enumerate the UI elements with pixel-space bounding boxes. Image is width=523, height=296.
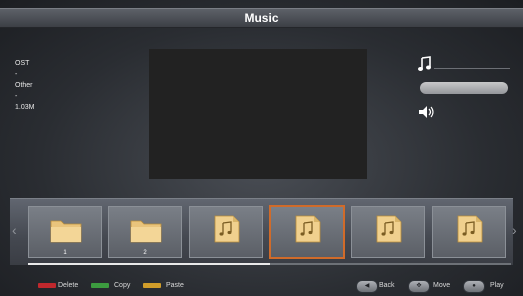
album-text: OST — [15, 60, 30, 67]
music-file-icon — [457, 215, 483, 243]
genre-text: Other — [15, 82, 33, 89]
back-hint: Back — [379, 282, 395, 289]
move-hint: Move — [433, 282, 451, 289]
paste-hint: Paste — [166, 282, 184, 289]
delete-hint: Delete — [58, 282, 79, 289]
playback-progress-bar[interactable] — [420, 82, 508, 94]
file-size-text: 1.03M — [15, 104, 35, 111]
copy-hint: Copy — [114, 282, 131, 289]
move-button-icon: ✥ — [408, 280, 430, 293]
music-file-icon — [295, 215, 321, 243]
folder-icon — [130, 220, 162, 243]
folder-icon — [50, 220, 82, 243]
play-hint: Play — [490, 282, 504, 289]
music-note-icon — [418, 56, 431, 71]
music-file-item[interactable] — [189, 206, 263, 258]
track-divider — [434, 68, 510, 69]
separator-text: - — [15, 93, 18, 100]
music-file-item-selected[interactable] — [269, 205, 345, 259]
music-file-item[interactable] — [351, 206, 425, 258]
scroll-right-icon[interactable]: › — [512, 222, 517, 238]
strip-scrollbar-thumb[interactable] — [28, 263, 270, 265]
item-label: 1 — [63, 250, 67, 256]
item-label: 2 — [143, 250, 147, 256]
page-title: Music — [0, 8, 523, 28]
green-key-icon — [91, 283, 109, 288]
music-file-icon — [214, 215, 240, 243]
scroll-left-icon[interactable]: ‹ — [12, 222, 17, 238]
footer-key-legend: Delete Copy Paste ◀ Back ✥ Move ● Play — [0, 278, 523, 294]
folder-item[interactable]: 1 — [28, 206, 102, 258]
media-info-panel: OST - Other - 1.03M — [15, 58, 34, 113]
music-file-item[interactable] — [432, 206, 506, 258]
yellow-key-icon — [143, 283, 161, 288]
separator-text: - — [15, 71, 18, 78]
music-file-icon — [376, 215, 402, 243]
enter-button-icon: ● — [463, 280, 485, 293]
folder-item[interactable]: 2 — [108, 206, 182, 258]
red-key-icon — [38, 283, 56, 288]
back-button-icon: ◀ — [356, 280, 378, 293]
preview-area — [149, 49, 367, 179]
speaker-icon — [419, 106, 434, 118]
